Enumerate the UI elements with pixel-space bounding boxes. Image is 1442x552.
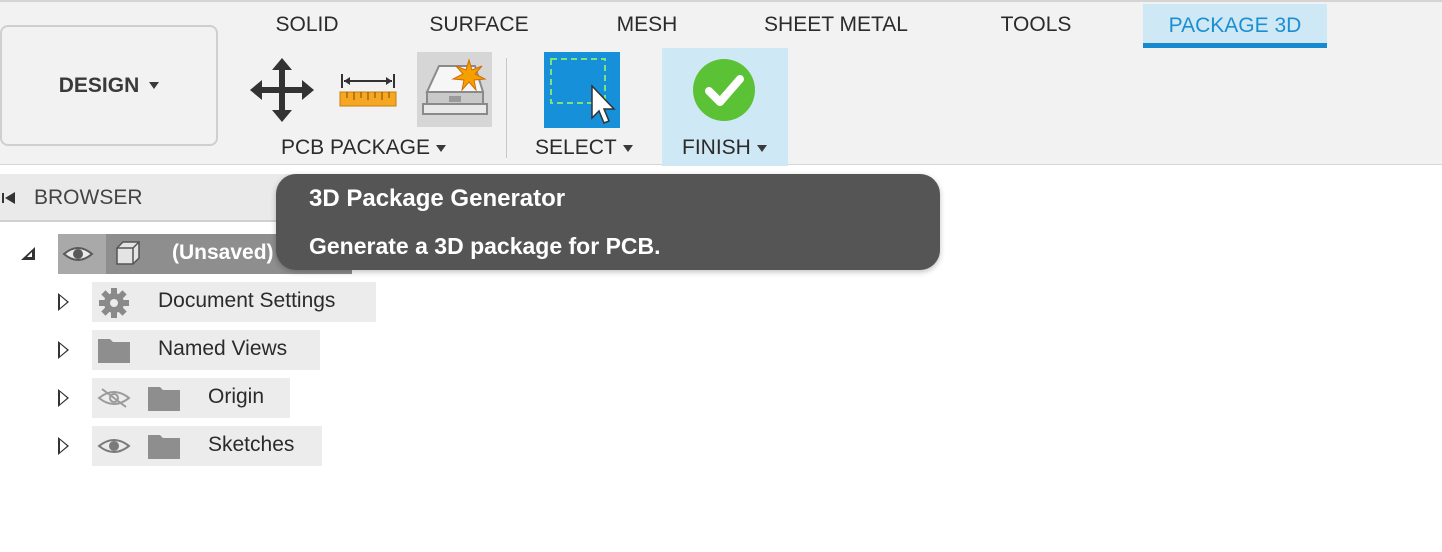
component-cube-icon	[116, 241, 140, 265]
gear-icon	[99, 288, 129, 318]
measure-icon[interactable]	[338, 70, 398, 108]
collapse-panel-icon[interactable]	[2, 192, 16, 204]
browser-item-label: Named Views	[158, 337, 288, 360]
finish-group-dropdown[interactable]: FINISH	[682, 135, 767, 161]
pcb-package-group-dropdown[interactable]: PCB PACKAGE	[281, 135, 446, 161]
select-button[interactable]	[544, 52, 620, 128]
tab-surface[interactable]: SURFACE	[418, 12, 540, 40]
design-workspace-dropdown[interactable]: DESIGN	[0, 25, 218, 146]
expand-triangle-icon[interactable]	[58, 389, 69, 407]
package-generator-button[interactable]	[417, 52, 492, 127]
browser-item-label: Origin	[208, 385, 265, 408]
tab-sheet-metal[interactable]: SHEET METAL	[752, 12, 920, 40]
browser-item-label: Sketches	[208, 433, 295, 456]
browser-title: BROWSER	[34, 186, 143, 209]
finish-label: FINISH	[682, 136, 751, 159]
collapse-triangle-icon[interactable]	[20, 247, 36, 261]
browser-item-sketches[interactable]: Sketches	[0, 426, 322, 466]
finish-check-icon[interactable]	[691, 57, 757, 123]
tab-mesh[interactable]: MESH	[604, 12, 690, 40]
browser-item-document-settings[interactable]: Document Settings	[0, 282, 376, 322]
chevron-down-icon	[436, 144, 446, 152]
eye-hidden-icon[interactable]	[97, 387, 131, 409]
expand-triangle-icon[interactable]	[58, 293, 69, 311]
tab-solid[interactable]: SOLID	[262, 12, 352, 40]
package-generator-icon	[422, 58, 488, 115]
toolbar-separator	[506, 58, 507, 158]
folder-icon	[148, 435, 180, 459]
toolbar: DESIGN SOLID SURFACE MESH SHEET METAL TO…	[0, 0, 1442, 166]
folder-icon	[148, 387, 180, 411]
browser-item-named-views[interactable]: Named Views	[0, 330, 320, 370]
select-group-dropdown[interactable]: SELECT	[535, 135, 633, 161]
tooltip: 3D Package Generator Generate a 3D packa…	[276, 174, 940, 270]
browser-item-label: Document Settings	[158, 289, 336, 312]
chevron-down-icon	[756, 144, 767, 152]
folder-icon	[98, 339, 130, 363]
tab-package-3d[interactable]: PACKAGE 3D	[1143, 4, 1327, 48]
eye-icon[interactable]	[62, 244, 94, 264]
browser-item-origin[interactable]: Origin	[0, 378, 290, 418]
eye-icon[interactable]	[97, 436, 131, 456]
move-icon[interactable]	[250, 58, 314, 122]
tooltip-title: 3D Package Generator	[309, 185, 566, 212]
expand-triangle-icon[interactable]	[58, 341, 69, 359]
workspace-label: DESIGN	[58, 73, 140, 97]
root-label: (Unsaved)	[172, 241, 274, 264]
chevron-down-icon	[622, 144, 633, 152]
select-label: SELECT	[535, 136, 617, 159]
chevron-down-icon	[149, 82, 160, 89]
select-icon	[550, 58, 616, 124]
tab-tools[interactable]: TOOLS	[990, 12, 1082, 40]
expand-triangle-icon[interactable]	[58, 437, 69, 455]
pcb-package-label: PCB PACKAGE	[281, 136, 430, 159]
tooltip-description: Generate a 3D package for PCB.	[309, 233, 661, 259]
